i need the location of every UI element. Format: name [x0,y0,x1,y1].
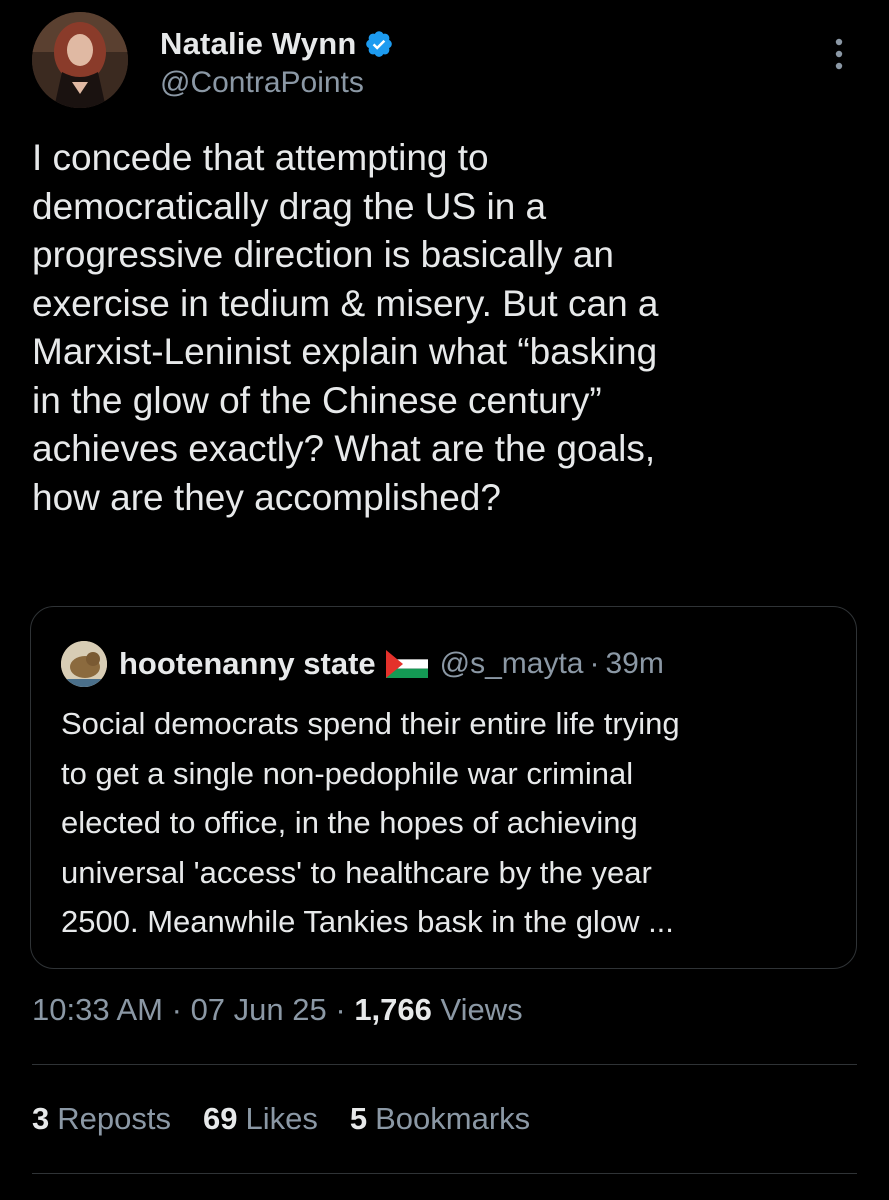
likes-count: 69 [202,1101,238,1136]
tweet-text: I concede that attempting to democratica… [32,137,659,518]
likes-label: Likes [245,1101,318,1136]
separator-dot: · [171,992,182,1027]
bookmarks-stat[interactable]: 5 Bookmarks [350,1101,530,1137]
views-label: Views [440,992,523,1027]
verified-badge-icon [364,29,394,59]
quoted-author-avatar[interactable] [61,641,107,687]
separator-dot: · [589,647,600,680]
divider [32,1173,857,1174]
reposts-label: Reposts [57,1101,171,1136]
quoted-tweet[interactable]: hootenanny state @s_mayta · 39m Social d… [30,606,857,969]
quoted-author-handle[interactable]: @s_mayta [440,647,584,681]
reposts-count: 3 [32,1101,50,1136]
reposts-stat[interactable]: 3 Reposts [32,1101,171,1137]
author-handle[interactable]: @ContraPoints [160,66,364,100]
engagement-stats: 3 Reposts 69 Likes 5 Bookmarks [32,1101,562,1137]
tweet-meta: 10:33 AM · 07 Jun 25 · 1,766 Views [32,992,523,1028]
palestine-flag-icon [385,650,428,678]
tweet-time[interactable]: 10:33 AM [32,992,163,1027]
quoted-author-display-name[interactable]: hootenanny state [119,646,376,682]
author-avatar[interactable] [32,12,128,108]
quoted-tweet-header: hootenanny state @s_mayta · 39m [61,641,664,687]
divider [32,1064,857,1065]
bookmarks-label: Bookmarks [375,1101,531,1136]
quoted-tweet-time[interactable]: 39m [606,647,664,681]
more-vertical-icon[interactable] [827,34,851,74]
views-count: 1,766 [354,992,432,1027]
author-display-name[interactable]: Natalie Wynn [160,26,356,62]
bookmarks-count: 5 [349,1101,368,1136]
tweet-header: Natalie Wynn @ContraPoints [32,12,857,112]
likes-stat[interactable]: 69 Likes [203,1101,318,1137]
tweet-date[interactable]: 07 Jun 25 [191,992,327,1027]
separator-dot: · [335,992,346,1027]
quoted-tweet-text: Social democrats spend their entire life… [61,706,680,939]
